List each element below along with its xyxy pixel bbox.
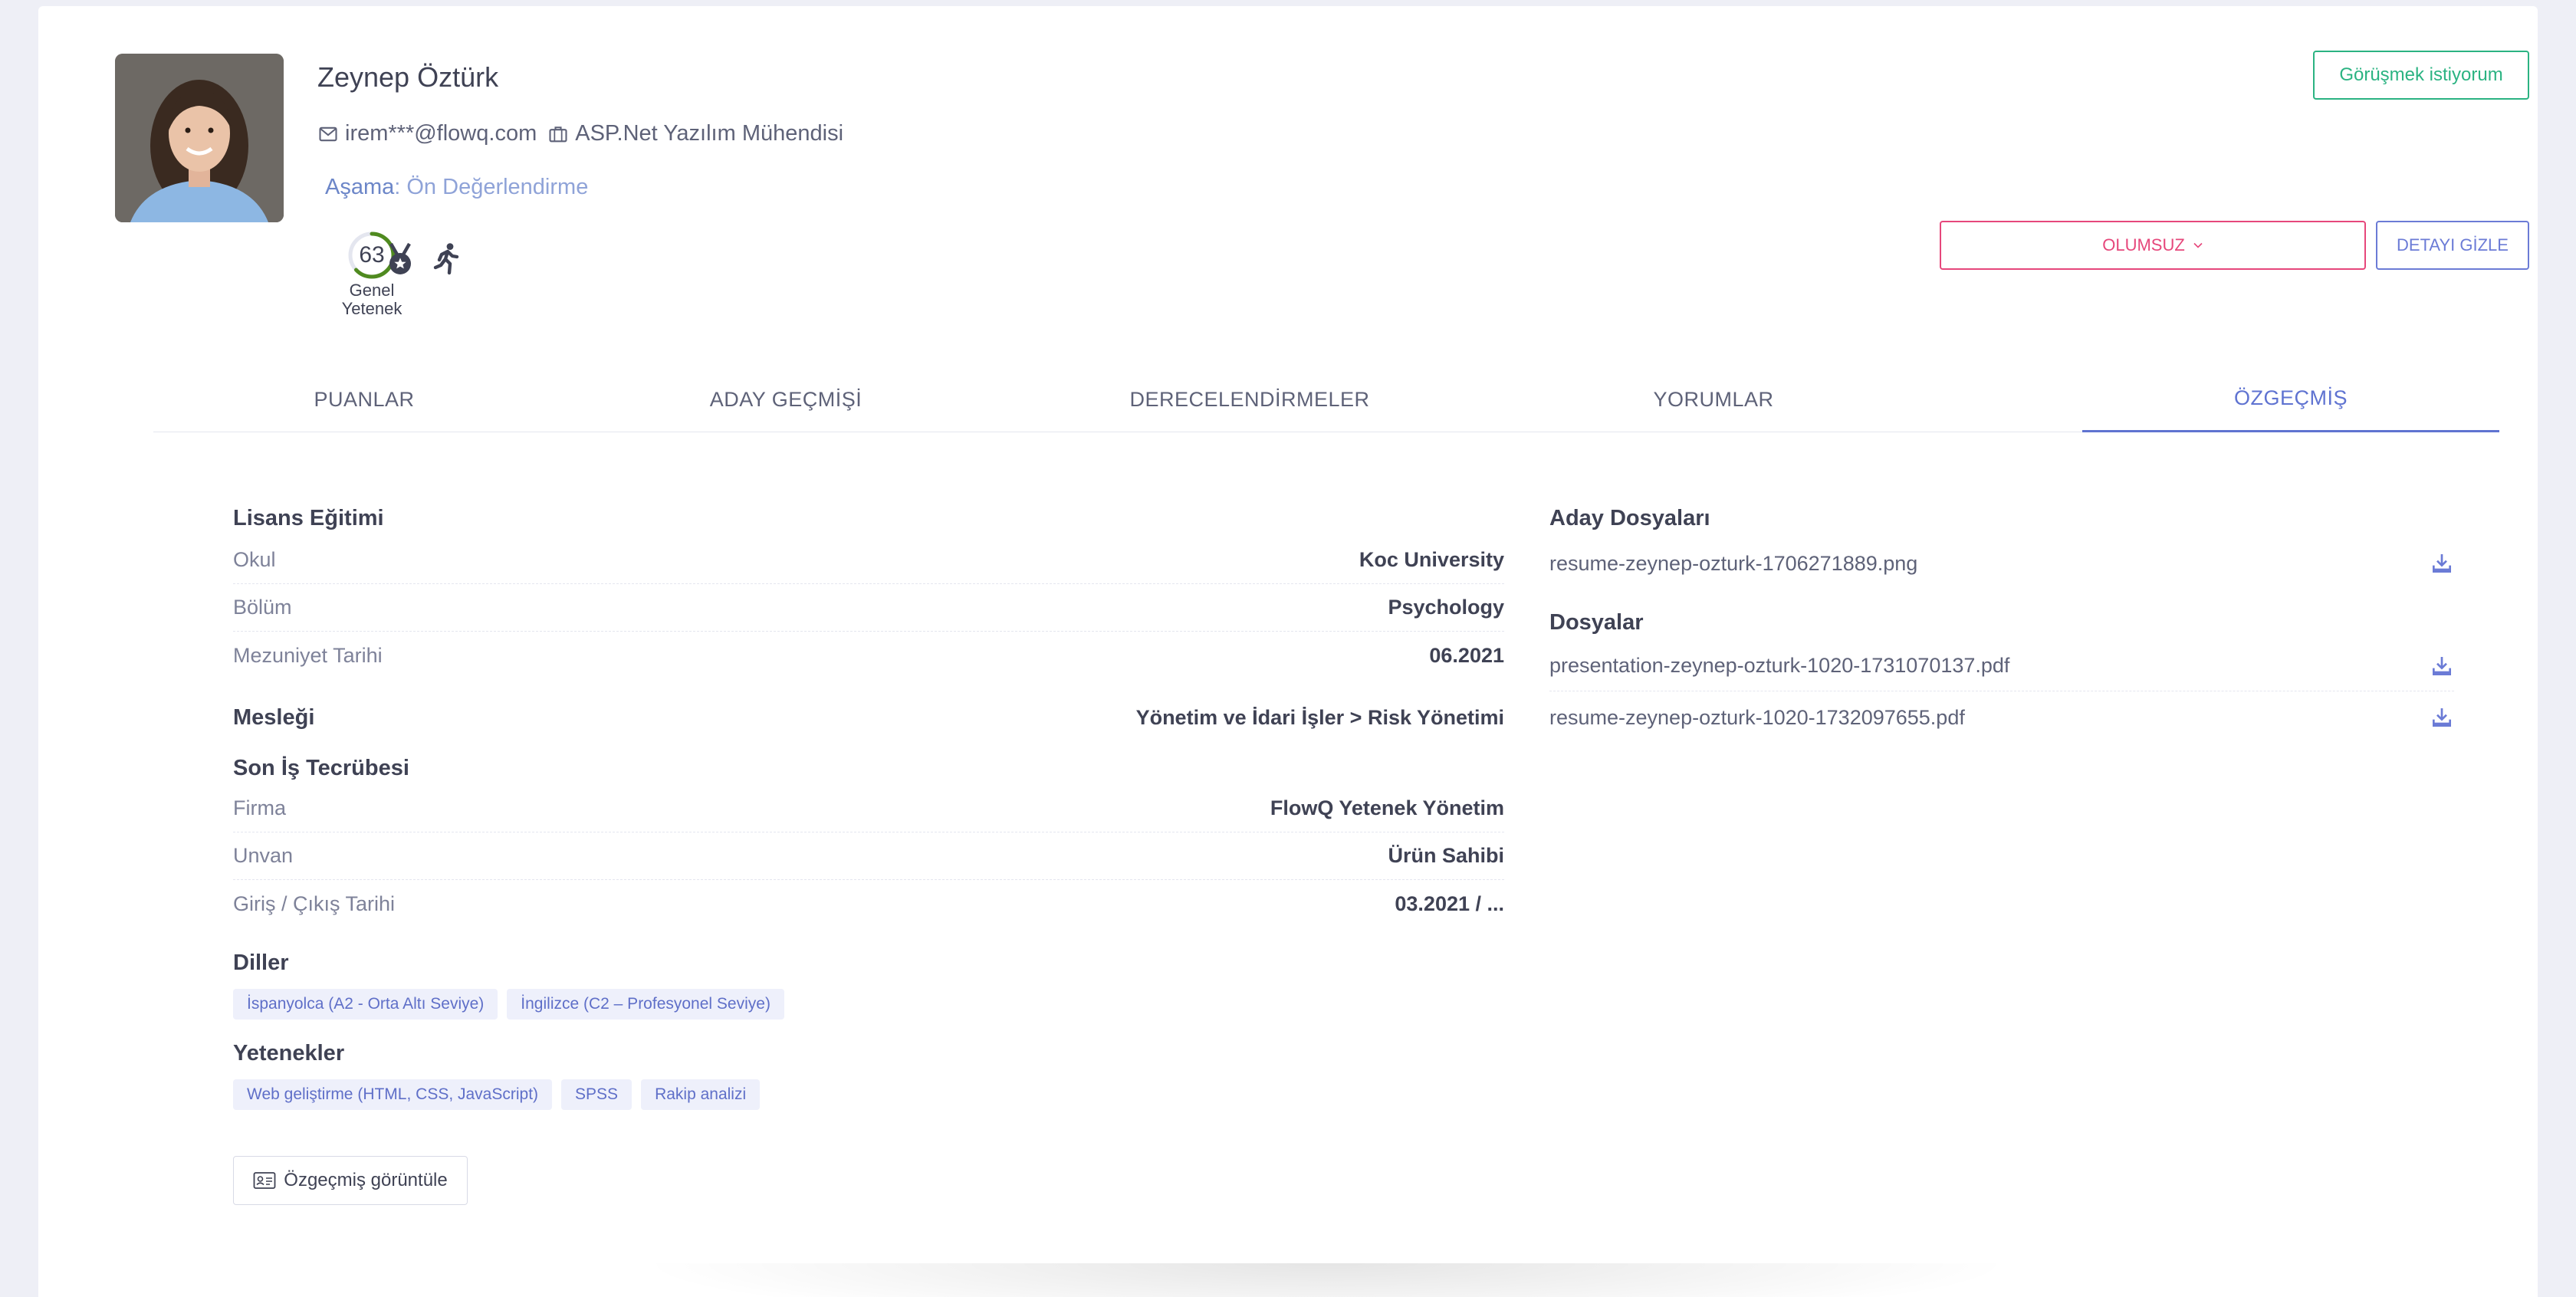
download-icon[interactable]: [2430, 551, 2454, 576]
request-interview-button[interactable]: Görüşmek istiyorum: [2313, 51, 2529, 100]
skill-chip: Web geliştirme (HTML, CSS, JavaScript): [233, 1079, 553, 1110]
tab-resume[interactable]: ÖZGEÇMİŞ: [2082, 366, 2499, 432]
row-label: Firma: [233, 796, 286, 819]
candidate-card: Zeynep Öztürk irem***@flowq.com ASP.Net …: [38, 6, 2538, 1297]
candidate-file-item: resume-zeynep-ozturk-1706271889.png: [1549, 538, 2454, 589]
file-item: resume-zeynep-ozturk-1020-1732097655.pdf: [1549, 692, 2454, 743]
id-card-icon: [253, 1172, 276, 1189]
file-name[interactable]: presentation-zeynep-ozturk-1020-17310701…: [1549, 654, 2009, 678]
skills-title: Yetenekler: [233, 1041, 345, 1066]
education-row-department: Bölüm Psychology: [233, 584, 1504, 632]
download-icon[interactable]: [2430, 705, 2454, 730]
education-title: Lisans Eğitimi: [233, 506, 384, 530]
row-label: Unvan: [233, 844, 294, 867]
skill-chip: Rakip analizi: [641, 1079, 761, 1110]
hide-details-button[interactable]: DETAYI GİZLE: [2376, 221, 2529, 270]
experience-title: Son İş Tecrübesi: [233, 756, 409, 780]
download-icon[interactable]: [2430, 654, 2454, 678]
envelope-icon: [319, 126, 337, 141]
experience-row-company: Firma FlowQ Yetenek Yönetim: [233, 785, 1504, 832]
profession-label: Mesleği: [233, 704, 315, 730]
language-chips: İspanyolca (A2 - Orta Altı Seviye) İngil…: [233, 989, 784, 1020]
status-dropdown[interactable]: OLUMSUZ: [1940, 221, 2366, 270]
row-value: FlowQ Yetenek Yönetim: [1270, 796, 1504, 819]
row-label: Giriş / Çıkış Tarihi: [233, 891, 396, 915]
row-value: 06.2021: [1429, 643, 1504, 667]
education-row-graduation: Mezuniyet Tarihi 06.2021: [233, 632, 1504, 679]
profession-row: Mesleği Yönetim ve İdari İşler > Risk Yö…: [233, 696, 1504, 739]
avatar: [115, 54, 284, 222]
row-value: Ürün Sahibi: [1388, 844, 1504, 867]
contact-row: irem***@flowq.com ASP.Net Yazılım Mühend…: [317, 121, 843, 146]
stage-label: Aşama: [325, 175, 395, 199]
experience-row-title: Unvan Ürün Sahibi: [233, 832, 1504, 880]
score-label-1: Genel: [349, 281, 395, 300]
tab-scores[interactable]: PUANLAR: [153, 366, 575, 432]
running-icon: [433, 243, 459, 275]
file-item: presentation-zeynep-ozturk-1020-17310701…: [1549, 641, 2454, 691]
tab-comments[interactable]: YORUMLAR: [1503, 366, 1924, 432]
experience-row-dates: Giriş / Çıkış Tarihi 03.2021 / ...: [233, 880, 1504, 928]
score-label-2: Yetenek: [341, 299, 402, 318]
candidate-email: irem***@flowq.com: [345, 121, 537, 146]
row-label: Okul: [233, 548, 276, 571]
briefcase-icon: [549, 126, 567, 142]
medal-icon: [389, 242, 411, 274]
skill-chips: Web geliştirme (HTML, CSS, JavaScript) S…: [233, 1079, 761, 1110]
view-resume-label: Özgeçmiş görüntüle: [284, 1170, 448, 1190]
stage-indicator: Aşama: Ön Değerlendirme: [325, 175, 588, 200]
skill-chip: SPSS: [561, 1079, 632, 1110]
file-name[interactable]: resume-zeynep-ozturk-1706271889.png: [1549, 552, 1917, 576]
candidate-name: Zeynep Öztürk: [317, 61, 499, 93]
languages-title: Diller: [233, 951, 289, 975]
chevron-down-icon: [2193, 242, 2203, 248]
tab-bar: PUANLAR ADAY GEÇMİŞİ DERECELENDİRMELER Y…: [153, 366, 2499, 432]
row-label: Bölüm: [233, 596, 292, 619]
language-chip: İspanyolca (A2 - Orta Altı Seviye): [233, 989, 498, 1020]
profession-value: Yönetim ve İdari İşler > Risk Yönetimi: [1135, 705, 1504, 729]
status-dropdown-label: OLUMSUZ: [2102, 235, 2185, 254]
tab-ratings[interactable]: DERECELENDİRMELER: [997, 366, 1503, 432]
tab-candidate-history[interactable]: ADAY GEÇMİŞİ: [575, 366, 997, 432]
bottom-shadow: [636, 1263, 2016, 1297]
view-resume-button[interactable]: Özgeçmiş görüntüle: [233, 1156, 468, 1205]
row-label: Mezuniyet Tarihi: [233, 643, 383, 667]
language-chip: İngilizce (C2 – Profesyonel Seviye): [507, 989, 784, 1020]
files-title: Dosyalar: [1549, 610, 1644, 635]
row-value: Koc University: [1359, 548, 1504, 571]
education-row-school: Okul Koc University: [233, 537, 1504, 584]
candidate-position: ASP.Net Yazılım Mühendisi: [575, 121, 844, 146]
file-name[interactable]: resume-zeynep-ozturk-1020-1732097655.pdf: [1549, 706, 1965, 730]
stage-value: : Ön Değerlendirme: [394, 175, 589, 199]
avatar-photo: [115, 54, 284, 222]
row-value: Psychology: [1388, 596, 1504, 619]
candidate-files-title: Aday Dosyaları: [1549, 506, 1710, 530]
row-value: 03.2021 / ...: [1395, 891, 1504, 915]
